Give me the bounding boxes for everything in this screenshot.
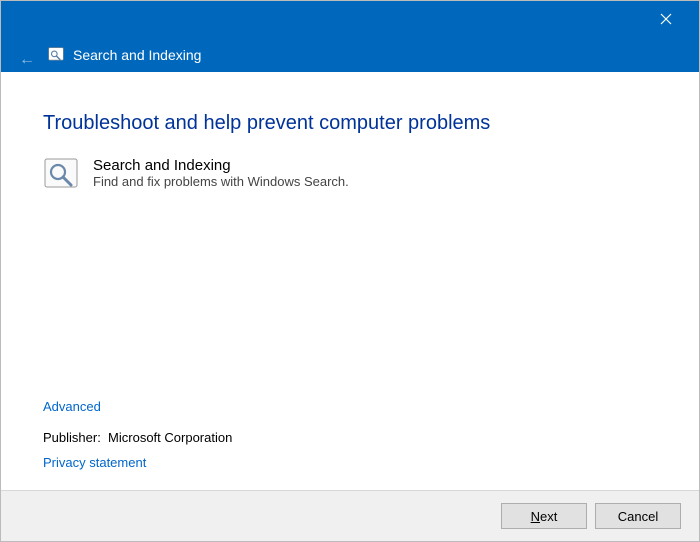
cancel-button[interactable]: Cancel bbox=[595, 503, 681, 529]
button-bar: Next Cancel bbox=[1, 490, 699, 541]
privacy-statement-link[interactable]: Privacy statement bbox=[43, 455, 657, 470]
item-title: Search and Indexing bbox=[93, 157, 349, 174]
main-heading: Troubleshoot and help prevent computer p… bbox=[43, 112, 657, 135]
title-bar: ← Search and Indexing bbox=[1, 1, 699, 72]
close-button[interactable] bbox=[645, 5, 687, 33]
advanced-link[interactable]: Advanced bbox=[43, 399, 657, 414]
troubleshooter-item: Search and Indexing Find and fix problem… bbox=[43, 157, 657, 193]
window-title: Search and Indexing bbox=[73, 47, 201, 63]
publisher-label: Publisher: bbox=[43, 430, 101, 445]
content-area: Troubleshoot and help prevent computer p… bbox=[1, 72, 699, 490]
back-arrow-icon: ← bbox=[19, 51, 35, 69]
next-button[interactable]: Next bbox=[501, 503, 587, 529]
search-indexing-icon bbox=[43, 157, 79, 193]
publisher-value: Microsoft Corporation bbox=[108, 430, 232, 445]
troubleshooter-icon bbox=[47, 46, 65, 64]
publisher-line: Publisher: Microsoft Corporation bbox=[43, 430, 657, 445]
item-description: Find and fix problems with Windows Searc… bbox=[93, 174, 349, 189]
close-icon bbox=[660, 13, 672, 25]
